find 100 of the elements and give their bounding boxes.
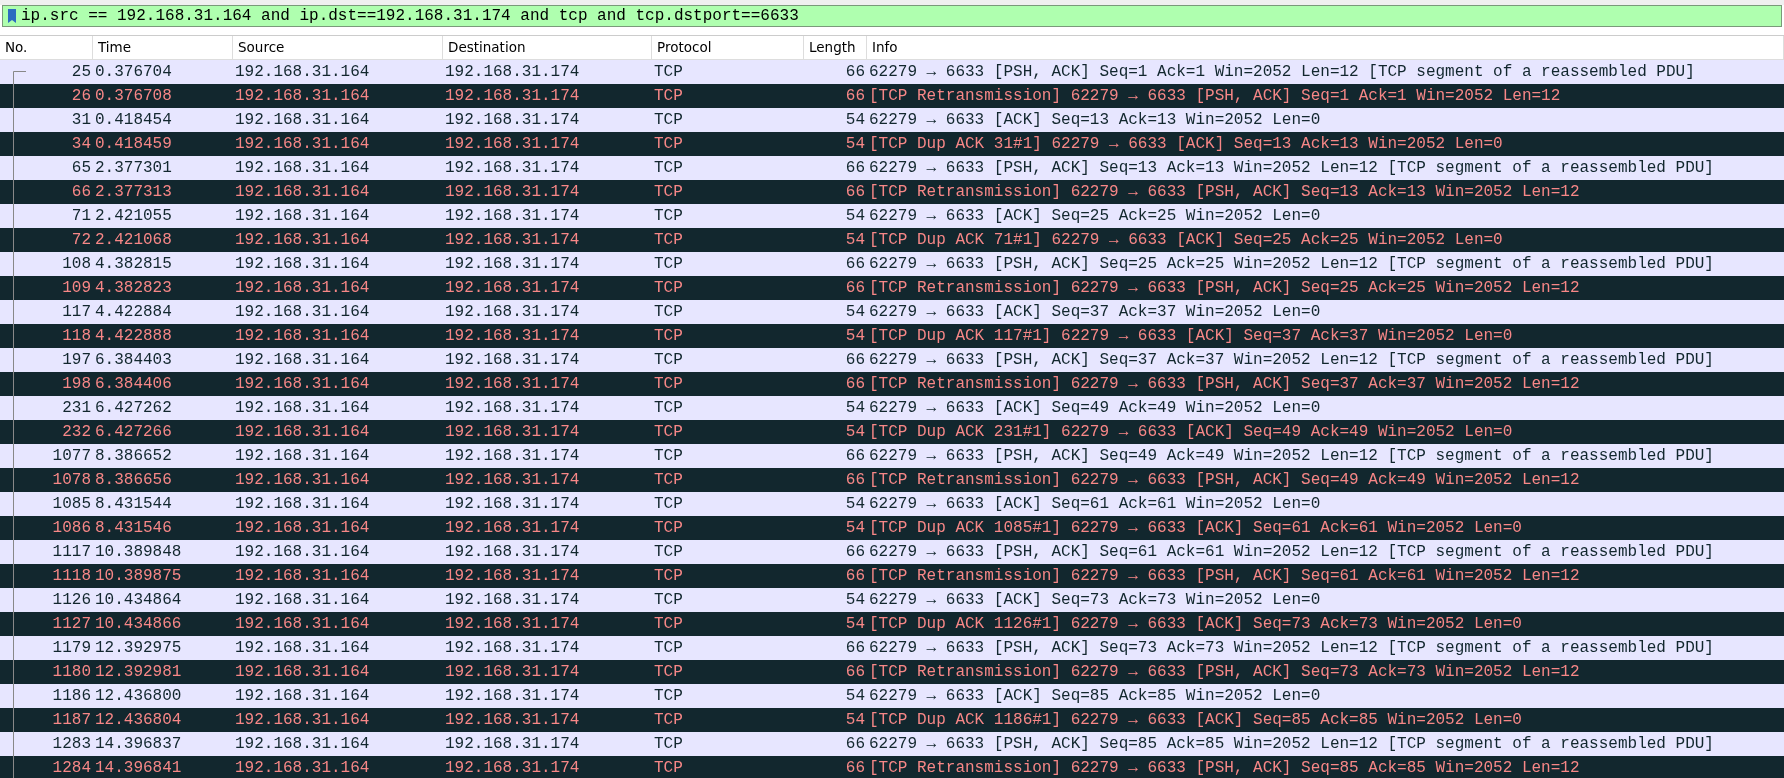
table-cell-text: 1284	[51, 758, 92, 778]
table-cell-text: TCP	[653, 302, 684, 323]
table-cell-text: 4.382823	[94, 278, 173, 299]
table-cell-text: 192.168.31.164	[234, 734, 371, 755]
packet-row[interactable]: 1283 14.396837 192.168.31.164 192.168.31.174 TCP 66 62279 → 6633 [PSH, ACK] Seq=85 Ack=85 Win=2052 Len=12 [TCP segment of a reassembled PDU]	[0, 732, 1784, 756]
table-cell-text: 62279 → 6633 [ACK] Seq=13 Ack=13 Win=2052 Len=0	[868, 110, 1322, 131]
packet-row[interactable]: 72 2.421068 192.168.31.164 192.168.31.174 TCP 54 [TCP Dup ACK 71#1] 62279 → 6633 [ACK] Seq=25 Ack=25 Win=2052 Len=0	[0, 228, 1784, 252]
packet-row[interactable]: 1086 8.431546 192.168.31.164 192.168.31.174 TCP 54 [TCP Dup ACK 1085#1] 62279 → 6633 [ACK] Seq=61 Ack=61 Win=2052 Len=0	[0, 516, 1784, 540]
table-cell-text: 0.376704	[94, 62, 173, 83]
table-cell-text: TCP	[653, 158, 684, 179]
table-cell-text: 54	[844, 494, 866, 515]
table-cell-text: 1179	[51, 638, 92, 659]
packet-row[interactable]: 1284 14.396841 192.168.31.164 192.168.31.174 TCP 66 [TCP Retransmission] 62279 → 6633 [PSH, ACK] Seq=85 Ack=85 Win=2052 Len=12	[0, 756, 1784, 778]
table-cell-text: 8.386652	[94, 446, 173, 467]
table-cell-text: 10.434866	[94, 614, 183, 635]
packet-row[interactable]: 31 0.418454 192.168.31.164 192.168.31.174 TCP 54 62279 → 6633 [ACK] Seq=13 Ack=13 Win=2052 Len=0	[0, 108, 1784, 132]
column-header[interactable]: Destination	[443, 36, 652, 59]
table-cell-text: 12.392975	[94, 638, 183, 659]
bookmark-icon[interactable]	[7, 9, 17, 23]
packet-row[interactable]: 71 2.421055 192.168.31.164 192.168.31.174 TCP 54 62279 → 6633 [ACK] Seq=25 Ack=25 Win=2052 Len=0	[0, 204, 1784, 228]
table-cell-text: 8.386656	[94, 470, 173, 491]
table-cell-text: 62279 → 6633 [PSH, ACK] Seq=1 Ack=1 Win=2052 Len=12 [TCP segment of a reassembled PDU]	[868, 62, 1696, 83]
packet-row[interactable]: 198 6.384406 192.168.31.164 192.168.31.174 TCP 66 [TCP Retransmission] 62279 → 6633 [PSH, ACK] Seq=37 Ack=37 Win=2052 Len=12	[0, 372, 1784, 396]
packet-row[interactable]: 109 4.382823 192.168.31.164 192.168.31.174 TCP 66 [TCP Retransmission] 62279 → 6633 [PSH, ACK] Seq=25 Ack=25 Win=2052 Len=12	[0, 276, 1784, 300]
table-cell-text: 66	[844, 470, 866, 491]
packet-row[interactable]: 1117 10.389848 192.168.31.164 192.168.31.174 TCP 66 62279 → 6633 [PSH, ACK] Seq=61 Ack=61 Win=2052 Len=12 [TCP segment of a reassembled PDU]	[0, 540, 1784, 564]
table-cell-text: TCP	[653, 518, 684, 539]
packet-row[interactable]: 1118 10.389875 192.168.31.164 192.168.31.174 TCP 66 [TCP Retransmission] 62279 → 6633 [PSH, ACK] Seq=61 Ack=61 Win=2052 Len=12	[0, 564, 1784, 588]
table-cell-text: TCP	[653, 710, 684, 731]
packet-row[interactable]: 1126 10.434864 192.168.31.164 192.168.31.174 TCP 54 62279 → 6633 [ACK] Seq=73 Ack=73 Win=2052 Len=0	[0, 588, 1784, 612]
packet-row[interactable]: 231 6.427262 192.168.31.164 192.168.31.174 TCP 54 62279 → 6633 [ACK] Seq=49 Ack=49 Win=2052 Len=0	[0, 396, 1784, 420]
packet-row[interactable]: 26 0.376708 192.168.31.164 192.168.31.174 TCP 66 [TCP Retransmission] 62279 → 6633 [PSH, ACK] Seq=1 Ack=1 Win=2052 Len=12	[0, 84, 1784, 108]
table-cell-text: 192.168.31.164	[234, 686, 371, 707]
packet-row[interactable]: 108 4.382815 192.168.31.164 192.168.31.174 TCP 66 62279 → 6633 [PSH, ACK] Seq=25 Ack=25 Win=2052 Len=12 [TCP segment of a reassembled PDU]	[0, 252, 1784, 276]
table-cell-text: 192.168.31.174	[444, 62, 581, 83]
table-cell-text: 31	[70, 110, 92, 131]
table-cell-text: 2.377301	[94, 158, 173, 179]
table-cell-text: TCP	[653, 110, 684, 131]
packet-row[interactable]: 1077 8.386652 192.168.31.164 192.168.31.174 TCP 66 62279 → 6633 [PSH, ACK] Seq=49 Ack=49 Win=2052 Len=12 [TCP segment of a reassembled PDU]	[0, 444, 1784, 468]
table-cell-text: 192.168.31.174	[444, 686, 581, 707]
table-cell-text: 1283	[51, 734, 92, 755]
table-cell-text: 192.168.31.164	[234, 590, 371, 611]
table-cell-text: 192.168.31.164	[234, 710, 371, 731]
table-cell-text: TCP	[653, 662, 684, 683]
table-cell-text: 192.168.31.164	[234, 206, 371, 227]
packet-row[interactable]: 25 0.376704 192.168.31.164 192.168.31.174 TCP 66 62279 → 6633 [PSH, ACK] Seq=1 Ack=1 Win=2052 Len=12 [TCP segment of a reassembled PDU]	[0, 60, 1784, 84]
column-header[interactable]: Length	[804, 36, 867, 59]
table-cell-text: 231	[61, 398, 92, 419]
packet-row[interactable]: 34 0.418459 192.168.31.164 192.168.31.174 TCP 54 [TCP Dup ACK 31#1] 62279 → 6633 [ACK] Seq=13 Ack=13 Win=2052 Len=0	[0, 132, 1784, 156]
table-cell-text: TCP	[653, 494, 684, 515]
packet-row[interactable]: 117 4.422884 192.168.31.164 192.168.31.174 TCP 54 62279 → 6633 [ACK] Seq=37 Ack=37 Win=2052 Len=0	[0, 300, 1784, 324]
column-header[interactable]: Protocol	[652, 36, 804, 59]
packet-row[interactable]: 1186 12.436800 192.168.31.164 192.168.31.174 TCP 54 62279 → 6633 [ACK] Seq=85 Ack=85 Win=2052 Len=0	[0, 684, 1784, 708]
packet-row[interactable]: 1085 8.431544 192.168.31.164 192.168.31.174 TCP 54 62279 → 6633 [ACK] Seq=61 Ack=61 Win=2052 Len=0	[0, 492, 1784, 516]
table-cell-text: 62279 → 6633 [ACK] Seq=25 Ack=25 Win=2052 Len=0	[868, 206, 1322, 227]
column-header[interactable]: Info	[867, 36, 1784, 59]
column-header[interactable]: Time	[93, 36, 233, 59]
table-cell-text: 118	[61, 326, 92, 347]
packet-row[interactable]: 1078 8.386656 192.168.31.164 192.168.31.174 TCP 66 [TCP Retransmission] 62279 → 6633 [PSH, ACK] Seq=49 Ack=49 Win=2052 Len=12	[0, 468, 1784, 492]
packet-row[interactable]: 118 4.422888 192.168.31.164 192.168.31.174 TCP 54 [TCP Dup ACK 117#1] 62279 → 6633 [ACK] Seq=37 Ack=37 Win=2052 Len=0	[0, 324, 1784, 348]
table-cell-text: 192.168.31.164	[234, 662, 371, 683]
table-cell-text: 26	[70, 86, 92, 107]
table-cell-text: 62279 → 6633 [PSH, ACK] Seq=85 Ack=85 Win=2052 Len=12 [TCP segment of a reassembled PDU]	[868, 734, 1715, 755]
packet-row[interactable]: 65 2.377301 192.168.31.164 192.168.31.174 TCP 66 62279 → 6633 [PSH, ACK] Seq=13 Ack=13 Win=2052 Len=12 [TCP segment of a reassembled PDU]	[0, 156, 1784, 180]
table-cell-text: 62279 → 6633 [PSH, ACK] Seq=49 Ack=49 Win=2052 Len=12 [TCP segment of a reassembled PDU]	[868, 446, 1715, 467]
table-cell-text: 198	[61, 374, 92, 395]
table-cell-text: 192.168.31.174	[444, 614, 581, 635]
table-cell-text: 2.377313	[94, 182, 173, 203]
table-cell-text: 0.418459	[94, 134, 173, 155]
table-cell-text: TCP	[653, 278, 684, 299]
column-header[interactable]: No.	[0, 36, 93, 59]
table-cell-text: TCP	[653, 134, 684, 155]
display-filter-bar[interactable]: ip.src == 192.168.31.164 and ip.dst==192.168.31.174 and tcp and tcp.dstport==6633	[2, 5, 1782, 27]
table-cell-text: 71	[70, 206, 92, 227]
table-cell-text: 192.168.31.174	[444, 278, 581, 299]
packet-row[interactable]: 1127 10.434866 192.168.31.164 192.168.31.174 TCP 54 [TCP Dup ACK 1126#1] 62279 → 6633 [ACK] Seq=73 Ack=73 Win=2052 Len=0	[0, 612, 1784, 636]
table-cell-text: 192.168.31.164	[234, 638, 371, 659]
table-cell-text: 108	[61, 254, 92, 275]
packet-row[interactable]: 197 6.384403 192.168.31.164 192.168.31.174 TCP 66 62279 → 6633 [PSH, ACK] Seq=37 Ack=37 Win=2052 Len=12 [TCP segment of a reassembled PDU]	[0, 348, 1784, 372]
table-cell-text: 62279 → 6633 [PSH, ACK] Seq=25 Ack=25 Win=2052 Len=12 [TCP segment of a reassembled PDU]	[868, 254, 1715, 275]
table-cell-text: 62279 → 6633 [ACK] Seq=61 Ack=61 Win=2052 Len=0	[868, 494, 1322, 515]
display-filter-field[interactable]: ip.src == 192.168.31.164 and ip.dst==192.168.31.174 and tcp and tcp.dstport==6633	[21, 7, 1781, 25]
packet-row[interactable]: 232 6.427266 192.168.31.164 192.168.31.174 TCP 54 [TCP Dup ACK 231#1] 62279 → 6633 [ACK] Seq=49 Ack=49 Win=2052 Len=0	[0, 420, 1784, 444]
table-cell-text: TCP	[653, 590, 684, 611]
table-cell-text: 192.168.31.164	[234, 62, 371, 83]
table-cell-text: TCP	[653, 638, 684, 659]
table-cell-text: 66	[844, 350, 866, 371]
packet-row[interactable]: 1187 12.436804 192.168.31.164 192.168.31.174 TCP 54 [TCP Dup ACK 1186#1] 62279 → 6633 [ACK] Seq=85 Ack=85 Win=2052 Len=0	[0, 708, 1784, 732]
table-cell-text: 192.168.31.174	[444, 710, 581, 731]
table-cell-text: 54	[844, 326, 866, 347]
packet-row[interactable]: 66 2.377313 192.168.31.164 192.168.31.174 TCP 66 [TCP Retransmission] 62279 → 6633 [PSH, ACK] Seq=13 Ack=13 Win=2052 Len=12	[0, 180, 1784, 204]
packet-row[interactable]: 1180 12.392981 192.168.31.164 192.168.31.174 TCP 66 [TCP Retransmission] 62279 → 6633 [PSH, ACK] Seq=73 Ack=73 Win=2052 Len=12	[0, 660, 1784, 684]
packet-row[interactable]: 1179 12.392975 192.168.31.164 192.168.31.174 TCP 66 62279 → 6633 [PSH, ACK] Seq=73 Ack=73 Win=2052 Len=12 [TCP segment of a reassembled PDU]	[0, 636, 1784, 660]
table-cell-text: 192.168.31.164	[234, 86, 371, 107]
table-cell-text: [TCP Retransmission] 62279 → 6633 [PSH, ACK] Seq=61 Ack=61 Win=2052 Len=12	[868, 566, 1581, 587]
column-header[interactable]: Source	[233, 36, 443, 59]
table-cell-text: [TCP Retransmission] 62279 → 6633 [PSH, ACK] Seq=37 Ack=37 Win=2052 Len=12	[868, 374, 1581, 395]
table-cell-text: 192.168.31.164	[234, 326, 371, 347]
table-cell-text: 4.422884	[94, 302, 173, 323]
table-cell-text: 2.421068	[94, 230, 173, 251]
